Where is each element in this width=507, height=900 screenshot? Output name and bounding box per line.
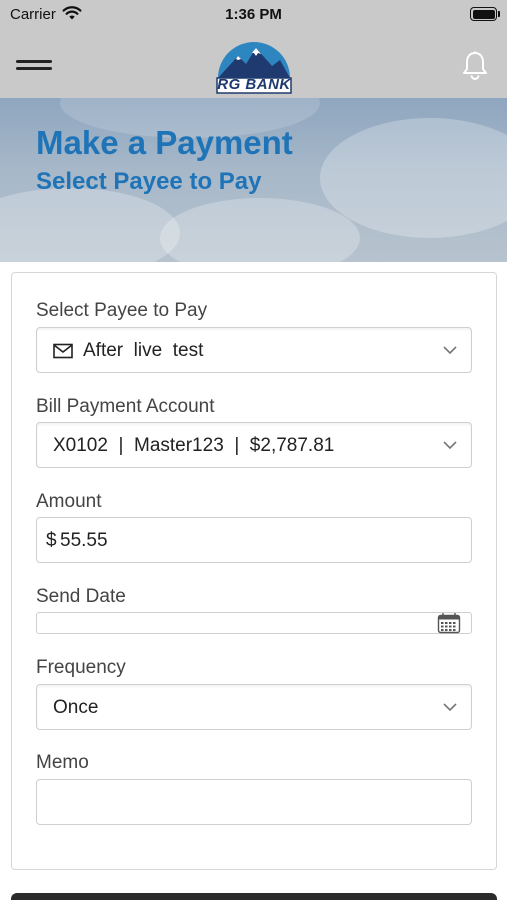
frequency-label: Frequency (36, 657, 126, 678)
page-title: Make a Payment (36, 124, 293, 161)
account-select[interactable]: X0102 | Master123 | $2,787.81 (36, 422, 472, 468)
calendar-icon[interactable] (437, 612, 461, 634)
payee-label: Select Payee to Pay (36, 300, 208, 321)
battery-icon (470, 7, 500, 21)
account-value: X0102 | Master123 | $2,787.81 (53, 435, 335, 456)
chevron-down-icon (443, 703, 457, 712)
frequency-value: Once (53, 697, 99, 718)
submit-button[interactable] (11, 893, 497, 900)
chevron-down-icon (443, 346, 457, 355)
memo-input[interactable] (36, 779, 472, 825)
amount-label: Amount (36, 491, 102, 512)
bank-logo[interactable]: RG BANK (214, 38, 294, 94)
page-subtitle: Select Payee to Pay (36, 168, 262, 195)
bell-icon[interactable] (461, 50, 489, 80)
envelope-icon (53, 343, 73, 359)
menu-icon[interactable] (16, 58, 54, 72)
status-bar: Carrier 1:36 PM (0, 0, 507, 30)
nav-bar: RG BANK (0, 30, 507, 98)
payee-value: After live test (83, 340, 204, 361)
hero-banner: Make a Payment Select Payee to Pay (0, 98, 507, 262)
send-date-input[interactable] (36, 612, 472, 634)
currency-prefix: $ (46, 530, 57, 551)
send-date-label: Send Date (36, 586, 126, 607)
amount-input[interactable]: $ 55.55 (36, 517, 472, 563)
account-label: Bill Payment Account (36, 396, 215, 417)
clock: 1:36 PM (225, 6, 282, 23)
memo-label: Memo (36, 752, 89, 773)
logo-text: RG BANK (217, 76, 291, 93)
chevron-down-icon (443, 441, 457, 450)
amount-value: 55.55 (60, 530, 108, 551)
payee-select[interactable]: After live test (36, 327, 472, 373)
frequency-select[interactable]: Once (36, 684, 472, 730)
